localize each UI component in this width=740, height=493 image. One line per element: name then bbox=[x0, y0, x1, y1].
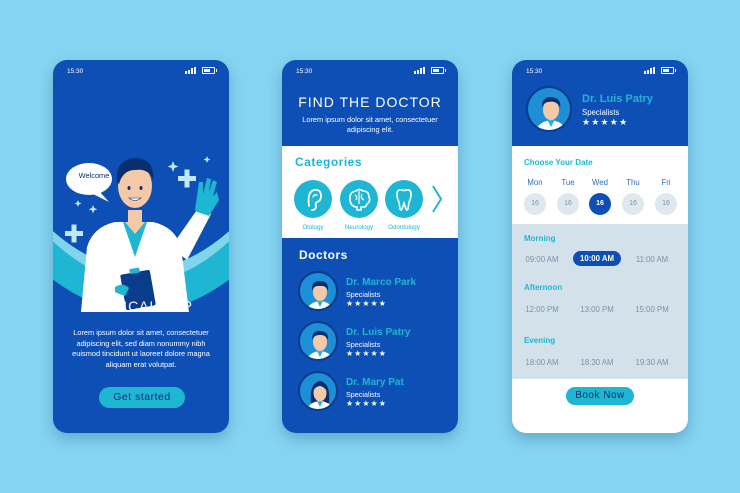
day-fri[interactable]: Fri 16 bbox=[654, 178, 678, 215]
day-thu[interactable]: Thu 16 bbox=[621, 178, 645, 215]
time-slots-panel: Morning 09:00 AM 10:00 AM 11:00 AM After… bbox=[512, 224, 688, 379]
doctor-specialty: Specialists bbox=[346, 340, 381, 349]
day-tue[interactable]: Tue 16 bbox=[556, 178, 580, 215]
day-date: 16 bbox=[622, 193, 644, 215]
time-slot[interactable]: 18:30 AM bbox=[573, 358, 621, 367]
day-date: 16 bbox=[655, 193, 677, 215]
choose-date-heading: Choose Your Date bbox=[524, 158, 593, 167]
time-slot[interactable]: 15:00 PM bbox=[628, 305, 676, 314]
battery-icon bbox=[431, 67, 446, 74]
doctor-name: Dr. Mary Pat bbox=[346, 377, 404, 388]
doctor-card-marco-park[interactable]: Dr. Marco Park Specialists ★★★★★ bbox=[298, 271, 448, 311]
time-slot[interactable]: 18:00 AM bbox=[518, 358, 566, 367]
page-subtitle: Lorem ipsum dolor sit amet, consectetuer… bbox=[302, 115, 438, 134]
doctor-specialty: Specialists bbox=[582, 108, 620, 117]
category-label: Neurology bbox=[344, 224, 374, 231]
day-name: Tue bbox=[561, 178, 575, 187]
time-slot[interactable]: 13:00 PM bbox=[573, 305, 621, 314]
signal-icon bbox=[414, 67, 426, 74]
doctor-specialty: Specialists bbox=[346, 390, 381, 399]
status-time: 15:30 bbox=[296, 68, 313, 75]
time-slot[interactable]: 11:00 AM bbox=[628, 255, 676, 264]
battery-icon bbox=[202, 67, 217, 74]
status-bar: 15:30 bbox=[512, 60, 688, 82]
doctor-illustration bbox=[53, 156, 229, 312]
app-title: MEDICAL APP bbox=[89, 298, 193, 314]
section-morning: Morning bbox=[524, 234, 556, 243]
doctor-card-luis-patry[interactable]: Dr. Luis Patry Specialists ★★★★★ bbox=[298, 321, 448, 361]
doctor-rating: ★★★★★ bbox=[582, 117, 629, 127]
avatar bbox=[526, 86, 572, 132]
day-date: 16 bbox=[557, 193, 579, 215]
time-slot-selected[interactable]: 10:00 AM bbox=[573, 251, 621, 266]
doctor-rating: ★★★★★ bbox=[346, 299, 387, 308]
avatar bbox=[298, 321, 338, 361]
day-name: Wed bbox=[592, 178, 608, 187]
day-date: 16 bbox=[524, 193, 546, 215]
doctor-card-mary-pat[interactable]: Dr. Mary Pat Specialists ★★★★★ bbox=[298, 371, 448, 411]
booking-screen: 15:30 Dr. Luis Patry Specialists ★★★★★ C… bbox=[512, 60, 688, 433]
day-name: Fri bbox=[661, 178, 671, 187]
status-time: 15:30 bbox=[526, 68, 543, 75]
status-bar: 15:30 bbox=[53, 60, 229, 82]
welcome-bubble: Welcome bbox=[78, 171, 110, 180]
battery-icon bbox=[661, 67, 676, 74]
doctors-heading: Doctors bbox=[299, 248, 348, 262]
category-neurology[interactable]: Neurology bbox=[339, 180, 379, 231]
time-slot[interactable]: 19:30 AM bbox=[628, 358, 676, 367]
welcome-screen: 15:30 Welcome MEDICAL APP Lorem ipsum do… bbox=[53, 60, 229, 433]
brain-icon bbox=[340, 180, 378, 218]
avatar bbox=[298, 371, 338, 411]
status-time: 15:30 bbox=[67, 68, 84, 75]
categories-heading: Categories bbox=[295, 155, 363, 169]
day-date: 16 bbox=[589, 193, 611, 215]
status-bar: 15:30 bbox=[282, 60, 458, 82]
category-label: Otology bbox=[302, 224, 324, 231]
day-name: Mon bbox=[527, 178, 543, 187]
doctor-name: Dr. Luis Patry bbox=[346, 327, 411, 338]
time-slot[interactable]: 12:00 PM bbox=[518, 305, 566, 314]
time-slot[interactable]: 09:00 AM bbox=[518, 255, 566, 264]
day-wed[interactable]: Wed 16 bbox=[588, 178, 612, 215]
doctor-name: Dr. Luis Patry bbox=[582, 93, 653, 105]
doctor-rating: ★★★★★ bbox=[346, 399, 387, 408]
day-name: Thu bbox=[626, 178, 640, 187]
chevron-right-icon[interactable] bbox=[430, 180, 444, 218]
doctor-rating: ★★★★★ bbox=[346, 349, 387, 358]
categories-panel: Categories Otology Neurology Odontology bbox=[282, 146, 458, 238]
get-started-button[interactable]: Get started bbox=[99, 387, 185, 408]
signal-icon bbox=[185, 67, 197, 74]
tooth-icon bbox=[385, 180, 423, 218]
book-now-button[interactable]: Book Now bbox=[566, 387, 634, 405]
ear-icon bbox=[294, 180, 332, 218]
section-evening: Evening bbox=[524, 336, 556, 345]
section-afternoon: Afternoon bbox=[524, 283, 563, 292]
signal-icon bbox=[644, 67, 656, 74]
category-odontology[interactable]: Odontology bbox=[384, 180, 424, 231]
doctor-specialty: Specialists bbox=[346, 290, 381, 299]
page-title: FIND THE DOCTOR bbox=[298, 94, 442, 110]
doctor-header: 15:30 Dr. Luis Patry Specialists ★★★★★ bbox=[512, 60, 688, 146]
avatar bbox=[298, 271, 338, 311]
app-description: Lorem ipsum dolor sit amet, consectetuer… bbox=[72, 328, 210, 369]
category-label: Odontology bbox=[388, 224, 420, 231]
day-mon[interactable]: Mon 16 bbox=[523, 178, 547, 215]
doctor-name: Dr. Marco Park bbox=[346, 277, 417, 288]
find-doctor-screen: 15:30 FIND THE DOCTOR Lorem ipsum dolor … bbox=[282, 60, 458, 433]
category-otology[interactable]: Otology bbox=[293, 180, 333, 231]
